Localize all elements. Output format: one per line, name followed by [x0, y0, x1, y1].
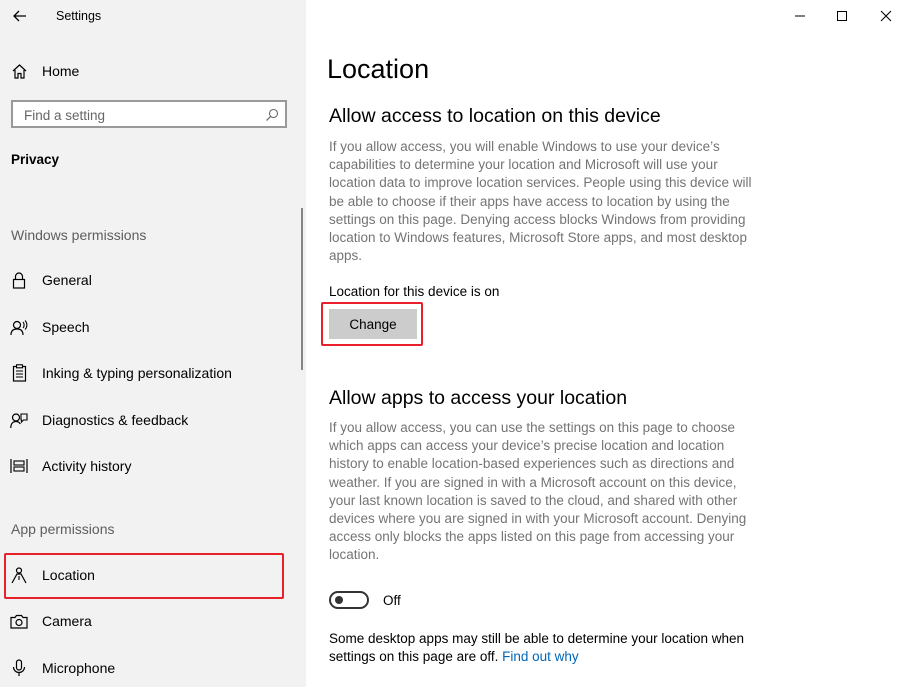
category-heading: Privacy — [11, 152, 60, 167]
sidebar-item-home[interactable]: Home — [0, 51, 300, 91]
sidebar-item-label: Camera — [42, 613, 92, 629]
back-button[interactable] — [6, 2, 34, 30]
page-title: Location — [327, 54, 430, 84]
sidebar-item-label: General — [42, 272, 92, 288]
app-title: Settings — [56, 9, 102, 23]
lock-icon — [10, 271, 28, 289]
sidebar-item-speech[interactable]: Speech — [0, 307, 300, 347]
back-arrow-icon — [13, 10, 26, 22]
sidebar-item-label: Microphone — [42, 660, 116, 676]
sidebar-item-label: Activity history — [42, 458, 132, 474]
sidebar-item-camera[interactable]: Camera — [0, 601, 300, 641]
sidebar-item-inking[interactable]: Inking & typing personalization — [0, 353, 300, 393]
search-placeholder: Find a setting — [24, 108, 106, 123]
sidebar-item-label: Speech — [42, 319, 90, 335]
sidebar-scrollbar[interactable] — [301, 208, 303, 370]
sidebar-item-general[interactable]: General — [0, 260, 300, 300]
footer-note: Some desktop apps may still be able to d… — [329, 630, 769, 666]
feedback-icon — [10, 411, 28, 429]
speech-icon — [10, 318, 28, 336]
apps-location-toggle[interactable] — [329, 591, 369, 609]
highlight-box-change — [321, 302, 423, 346]
toggle-state-label: Off — [383, 593, 401, 608]
sidebar-item-label: Inking & typing personalization — [42, 365, 232, 381]
clipboard-icon — [10, 364, 28, 382]
device-section-heading: Allow access to location on this device — [329, 105, 661, 127]
activity-history-icon — [10, 457, 28, 475]
toggle-knob — [335, 596, 343, 604]
device-section-description: If you allow access, you will enable Win… — [329, 139, 752, 264]
home-icon — [10, 62, 28, 80]
apps-section-description: If you allow access, you can use the set… — [329, 420, 747, 563]
sidebar-item-diagnostics[interactable]: Diagnostics & feedback — [0, 400, 300, 440]
apps-section-heading: Allow apps to access your location — [329, 387, 628, 409]
search-icon — [266, 108, 279, 121]
device-location-status: Location for this device is on — [329, 284, 500, 299]
sidebar-item-label: Home — [42, 63, 80, 79]
sidebar-item-activity-history[interactable]: Activity history — [0, 446, 300, 486]
sidebar-item-label: Diagnostics & feedback — [42, 412, 189, 428]
camera-icon — [10, 612, 28, 630]
highlight-box-location — [4, 553, 284, 599]
app-permissions-heading: App permissions — [11, 521, 115, 537]
find-out-why-link[interactable]: Find out why — [502, 649, 579, 664]
sidebar-item-microphone[interactable]: Microphone — [0, 648, 300, 687]
search-input[interactable]: Find a setting — [11, 100, 287, 128]
microphone-icon — [10, 659, 28, 677]
windows-permissions-heading: Windows permissions — [11, 227, 147, 243]
